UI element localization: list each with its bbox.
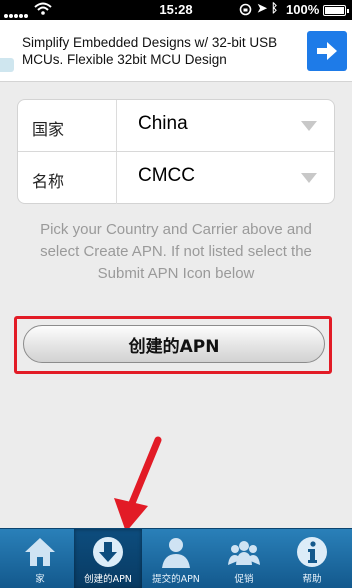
chevron-down-icon[interactable] — [301, 121, 317, 131]
country-row[interactable]: 国家 China — [18, 100, 334, 152]
tab-promotions[interactable]: 促销 — [210, 529, 278, 588]
row-divider — [116, 100, 117, 151]
tab-help[interactable]: 帮助 — [278, 529, 346, 588]
carrier-row[interactable]: 名称 CMCC — [18, 152, 334, 204]
battery-icon — [323, 5, 349, 16]
carrier-select[interactable]: CMCC — [138, 165, 195, 187]
battery-percent: 100% — [286, 2, 320, 17]
chevron-down-icon[interactable] — [301, 173, 317, 183]
bluetooth-icon: ᛒ — [271, 1, 279, 15]
ad-open-button[interactable] — [307, 31, 347, 71]
country-label: 国家 — [32, 120, 65, 139]
info-icon — [297, 537, 327, 567]
download-icon — [93, 537, 123, 567]
user-icon — [162, 538, 190, 568]
group-icon — [228, 541, 260, 565]
country-select[interactable]: China — [138, 113, 188, 135]
carrier-label: 名称 — [32, 172, 65, 191]
annotation-arrow-icon — [114, 436, 162, 532]
ad-banner[interactable]: Simplify Embedded Designs w/ 32-bit USB … — [0, 20, 352, 82]
tab-submit-apn[interactable]: 提交的APN — [142, 529, 210, 588]
tab-label: 促销 — [234, 574, 254, 585]
tab-label: 提交的APN — [152, 574, 200, 585]
home-icon — [25, 538, 55, 566]
tab-label: 创建的APN — [84, 574, 132, 585]
rotation-lock-icon — [239, 3, 252, 16]
arrow-right-icon — [317, 42, 337, 60]
instructions-text: Pick your Country and Carrier above and … — [40, 221, 312, 282]
row-divider — [116, 152, 117, 204]
status-bar: 15:28 ➤ ᛒ 100% — [0, 0, 352, 20]
create-apn-button[interactable]: 创建的APN — [23, 325, 325, 363]
tab-label: 帮助 — [302, 574, 322, 585]
tab-bar: 家 创建的APN 提交的APN 促销 帮助 — [0, 528, 352, 588]
tab-create-apn[interactable]: 创建的APN — [74, 529, 142, 588]
ad-text[interactable]: Simplify Embedded Designs w/ 32-bit USB … — [22, 34, 312, 68]
tab-home[interactable]: 家 — [6, 529, 74, 588]
apn-selection-form: 国家 China 名称 CMCC — [17, 99, 335, 204]
location-arrow-icon: ➤ — [257, 1, 268, 15]
tab-label: 家 — [35, 574, 45, 585]
ad-info-tab[interactable] — [0, 58, 14, 72]
